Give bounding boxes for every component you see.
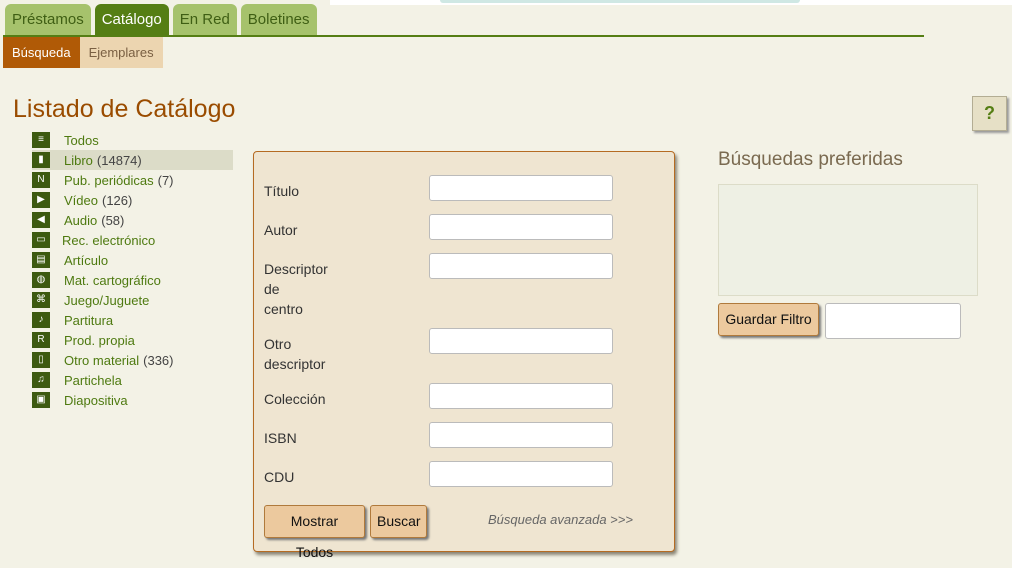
coleccion-label: Colección [264,391,326,407]
category-item-prod-propia[interactable]: R Prod. propia [32,330,233,350]
isbn-label: ISBN [264,430,297,446]
globe-icon: ◍ [32,272,50,288]
help-button[interactable]: ? [972,96,1007,131]
category-item-articulo[interactable]: ▤ Artículo [32,250,233,270]
category-item-juego-juguete[interactable]: ⌘ Juego/Juguete [32,290,233,310]
category-item-partichela[interactable]: ♫ Partichela [32,370,233,390]
descriptor-centro-input[interactable] [429,253,613,279]
r-letter-icon: R [32,332,50,348]
otro-descriptor-label: Otro descriptor [264,336,326,372]
tab-prestamos[interactable]: Préstamos [5,4,91,35]
newspaper-icon: N [32,172,50,188]
play-icon: ▶ [32,192,50,208]
category-list: ≡ Todos ▮ Libro (14874) N Pub. periódica… [32,130,233,410]
speaker-icon: ◀ [32,212,50,228]
category-label[interactable]: Mat. cartográfico [64,273,161,288]
favorites-list[interactable] [718,184,978,296]
category-item-audio[interactable]: ◀ Audio (58) [32,210,233,230]
category-item-rec-electronico[interactable]: ▭ Rec. electrónico [32,230,233,250]
advanced-search-link[interactable]: Búsqueda avanzada >>> [488,512,633,527]
tab-en-red[interactable]: En Red [172,4,237,35]
music-note-icon: ♪ [32,312,50,328]
header-decoration [330,0,1012,5]
category-count: (336) [143,352,174,368]
save-filter-button[interactable]: Guardar Filtro [718,303,819,336]
category-item-pub-periodicas[interactable]: N Pub. periódicas (7) [32,170,233,190]
autor-input[interactable] [429,214,613,240]
category-label[interactable]: Partitura [64,313,113,328]
double-note-icon: ♫ [32,372,50,388]
article-icon: ▤ [32,252,50,268]
category-label[interactable]: Partichela [64,373,122,388]
descriptor-centro-label: Descriptor de centro [264,261,328,317]
box-icon: ▯ [32,352,50,368]
category-label[interactable]: Audio [64,213,97,228]
projector-icon: ▣ [32,392,50,408]
tab-catalogo[interactable]: Catálogo [94,4,169,35]
category-item-diapositiva[interactable]: ▣ Diapositiva [32,390,233,410]
otro-descriptor-input[interactable] [429,328,613,354]
tab-boletines[interactable]: Boletines [240,4,317,35]
search-button[interactable]: Buscar [370,505,427,538]
category-item-mat-cartografico[interactable]: ◍ Mat. cartográfico [32,270,233,290]
filter-name-input[interactable] [825,303,961,339]
category-item-partitura[interactable]: ♪ Partitura [32,310,233,330]
stack-icon: ≡ [32,132,50,148]
category-item-video[interactable]: ▶ Vídeo (126) [32,190,233,210]
page-title: Listado de Catálogo [13,95,236,123]
book-icon: ▮ [32,152,50,168]
category-label[interactable]: Diapositiva [64,393,128,408]
autor-label: Autor [264,222,298,238]
category-label[interactable]: Juego/Juguete [64,293,149,308]
category-item-otro-material[interactable]: ▯ Otro material (336) [32,350,233,370]
category-label[interactable]: Pub. periódicas [64,173,154,188]
category-count: (14874) [96,152,142,168]
show-all-button[interactable]: Mostrar Todos [264,505,365,560]
category-count: (7) [157,172,174,188]
category-label[interactable]: Prod. propia [64,333,135,348]
favorites-title: Búsquedas preferidas [718,149,903,170]
category-label[interactable]: Libro [64,153,93,168]
sub-tabs: Búsqueda Ejemplares [3,37,163,68]
subtab-busqueda[interactable]: Búsqueda [3,37,80,68]
category-label[interactable]: Artículo [64,253,108,268]
category-label[interactable]: Vídeo [64,193,98,208]
titulo-input[interactable] [429,175,613,201]
monitor-icon: ▭ [32,232,50,248]
isbn-input[interactable] [429,422,613,448]
subtab-ejemplares[interactable]: Ejemplares [79,37,163,68]
cdu-label: CDU [264,469,295,485]
search-form: Título Autor Descriptor de centro Otro d… [253,151,675,560]
category-count: (126) [101,192,133,208]
main-tabs: Préstamos Catálogo En Red Boletines [5,4,321,35]
coleccion-input[interactable] [429,383,613,409]
category-item-libro[interactable]: ▮ Libro (14874) [32,150,233,170]
category-item-todos[interactable]: ≡ Todos [32,130,233,150]
category-count: (58) [101,212,125,228]
category-label[interactable]: Otro material [64,353,139,368]
titulo-label: Título [264,183,300,199]
gamepad-icon: ⌘ [32,292,50,308]
category-label[interactable]: Todos [64,133,99,148]
cdu-input[interactable] [429,461,613,487]
category-label[interactable]: Rec. electrónico [62,233,155,248]
